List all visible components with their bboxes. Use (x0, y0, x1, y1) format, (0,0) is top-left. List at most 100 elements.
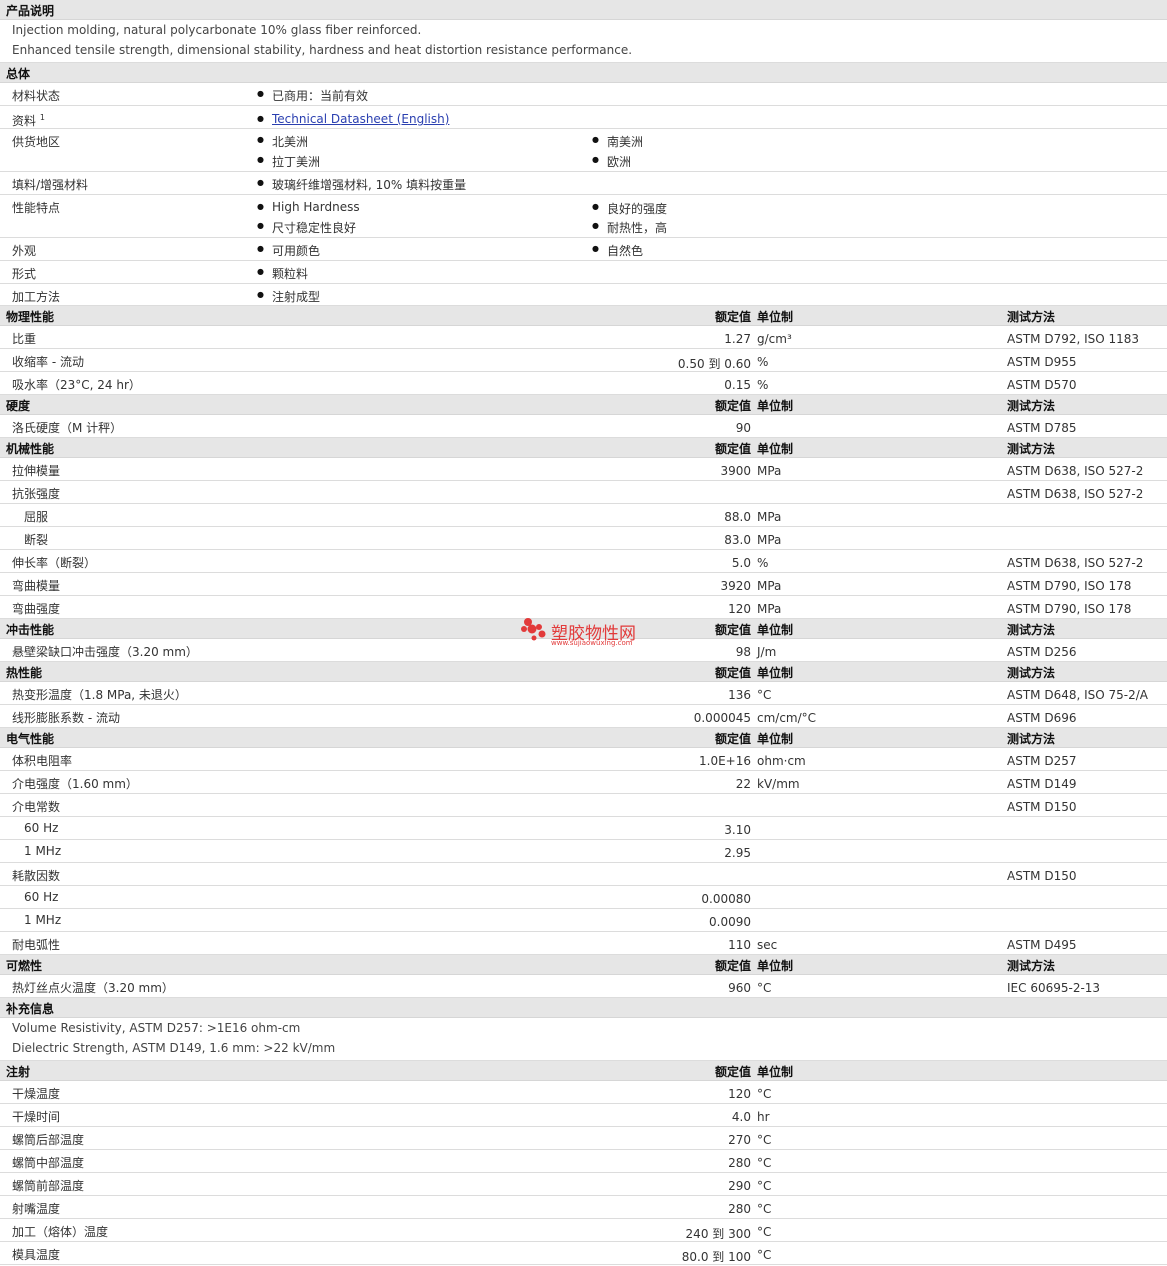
column-header-value: 额定值 (714, 1065, 751, 1079)
property-value: 0.50 到 0.60 (677, 357, 751, 371)
section-title: 机械性能 (6, 442, 55, 456)
property-label: 干燥时间 (12, 1110, 61, 1124)
property-unit: °C (757, 1202, 772, 1216)
section-title: 注射 (6, 1065, 31, 1079)
property-label: 拉伸模量 (12, 464, 61, 478)
column-header-method: 测试方法 (1007, 442, 1056, 456)
section-title: 电气性能 (6, 732, 55, 746)
property-unit: °C (757, 981, 772, 995)
test-method: ASTM D785 (1007, 421, 1077, 435)
property-unit: MPa (757, 602, 782, 616)
property-row: 介电常数 ASTM D150 (0, 794, 1167, 817)
property-row: 抗张强度 ASTM D638, ISO 527-2 (0, 481, 1167, 504)
property-label: 悬壁梁缺口冲击强度（3.20 mm） (12, 645, 198, 659)
section-header-supplement: 补充信息 (0, 998, 1167, 1018)
test-method: ASTM D570 (1007, 378, 1077, 392)
property-value: 98 (735, 645, 751, 659)
property-label: 弯曲模量 (12, 579, 61, 593)
property-row: 介电强度（1.60 mm） 22 kV/mm ASTM D149 (0, 771, 1167, 794)
section-title: 可燃性 (6, 959, 43, 973)
column-header-value: 额定值 (714, 442, 751, 456)
section-header-injection: 注射 额定值 单位制 (0, 1061, 1167, 1081)
property-row: 1 MHz 2.95 (0, 840, 1167, 863)
property-label: 热变形温度（1.8 MPa, 未退火） (12, 688, 187, 702)
property-label: 体积电阻率 (12, 754, 73, 768)
test-method: ASTM D790, ISO 178 (1007, 602, 1132, 616)
property-value: 4.0 (731, 1110, 751, 1124)
property-label: 线形膨胀系数 - 流动 (12, 711, 120, 725)
bullet-item: 可用颜色 (257, 242, 320, 259)
property-value: 1.0E+16 (699, 754, 751, 768)
section-header-description: 产品说明 (0, 0, 1167, 20)
section-title: 补充信息 (6, 1002, 55, 1016)
property-row: 加工（熔体）温度 240 到 300 °C (0, 1219, 1167, 1242)
section-title: 总体 (6, 67, 31, 81)
property-label: 断裂 (24, 533, 49, 547)
property-row: 弯曲模量 3920 MPa ASTM D790, ISO 178 (0, 573, 1167, 596)
property-unit: % (757, 556, 769, 570)
property-value: 136 (728, 688, 751, 702)
property-row: 洛氏硬度（M 计秤） 90 ASTM D785 (0, 415, 1167, 438)
property-row: 模具温度 80.0 到 100 °C (0, 1242, 1167, 1265)
property-value: 290 (728, 1179, 751, 1193)
property-row: 螺筒中部温度 280 °C (0, 1150, 1167, 1173)
property-value: 0.0090 (709, 915, 751, 929)
property-unit: g/cm³ (757, 332, 792, 346)
property-value: 1.27 (724, 332, 751, 346)
property-value: 22 (735, 777, 751, 791)
property-unit: cm/cm/°C (757, 711, 817, 725)
property-row: 收缩率 - 流动 0.50 到 0.60% ASTM D955 (0, 349, 1167, 372)
watermark-logo-icon (521, 618, 546, 641)
bullet-item: High Hardness (257, 200, 360, 214)
row-label: 资料 1 (12, 113, 45, 128)
property-label: 耗散因数 (12, 869, 61, 883)
property-label: 收缩率 - 流动 (12, 355, 84, 369)
column-header-value: 额定值 (714, 310, 751, 324)
property-unit: sec (757, 938, 778, 952)
property-label: 洛氏硬度（M 计秤） (12, 421, 123, 435)
bullet-item: 北美洲 (257, 133, 308, 150)
section-title: 热性能 (6, 666, 43, 680)
column-header-unit: 单位制 (757, 1065, 794, 1079)
row-label: 填料/增强材料 (12, 178, 89, 192)
bullet-item: 拉丁美洲 (257, 153, 320, 170)
property-value: 2.95 (724, 846, 751, 860)
bullet-item: 已商用：当前有效 (257, 87, 368, 104)
column-header-value: 额定值 (714, 732, 751, 746)
property-label: 耐电弧性 (12, 938, 61, 952)
bullet-item: 南美洲 (592, 133, 643, 150)
test-method: ASTM D495 (1007, 938, 1077, 952)
property-row: 射嘴温度 280 °C (0, 1196, 1167, 1219)
property-value: 120 (728, 1087, 751, 1101)
property-row: 拉伸模量 3900 MPa ASTM D638, ISO 527-2 (0, 458, 1167, 481)
property-row: 线形膨胀系数 - 流动 0.000045 cm/cm/°C ASTM D696 (0, 705, 1167, 728)
row-label: 形式 (12, 267, 37, 281)
test-method: ASTM D955 (1007, 355, 1077, 369)
general-row-datasheet: 资料 1 Technical Datasheet (English) (0, 106, 1167, 129)
property-label: 比重 (12, 332, 37, 346)
column-header-unit: 单位制 (757, 310, 794, 324)
supplement-line: Dielectric Strength, ASTM D149, 1.6 mm: … (0, 1038, 1167, 1061)
column-header-value: 额定值 (714, 623, 751, 637)
property-label: 螺筒中部温度 (12, 1156, 85, 1170)
bullet-item: 自然色 (592, 242, 643, 259)
description-line: Injection molding, natural polycarbonate… (12, 23, 422, 37)
property-unit: % (757, 378, 769, 392)
property-value: 3900 (720, 464, 751, 478)
property-value: 5.0 (731, 556, 751, 570)
section-title: 物理性能 (6, 310, 55, 324)
test-method: ASTM D256 (1007, 645, 1077, 659)
datasheet-link[interactable]: Technical Datasheet (English) (257, 112, 449, 126)
property-label: 吸水率（23°C, 24 hr） (12, 378, 141, 392)
test-method: ASTM D792, ISO 1183 (1007, 332, 1140, 346)
property-value: 90 (735, 421, 751, 435)
property-unit: hr (757, 1110, 770, 1124)
bullet-item: 良好的强度 (592, 200, 667, 217)
column-header-unit: 单位制 (757, 666, 794, 680)
property-value: 3.10 (724, 823, 751, 837)
property-label: 弯曲强度 (12, 602, 61, 616)
test-method: ASTM D257 (1007, 754, 1077, 768)
supplement-line: Volume Resistivity, ASTM D257: >1E16 ohm… (0, 1018, 1167, 1038)
property-row: 体积电阻率 1.0E+16 ohm·cm ASTM D257 (0, 748, 1167, 771)
property-unit: J/m (757, 645, 777, 659)
